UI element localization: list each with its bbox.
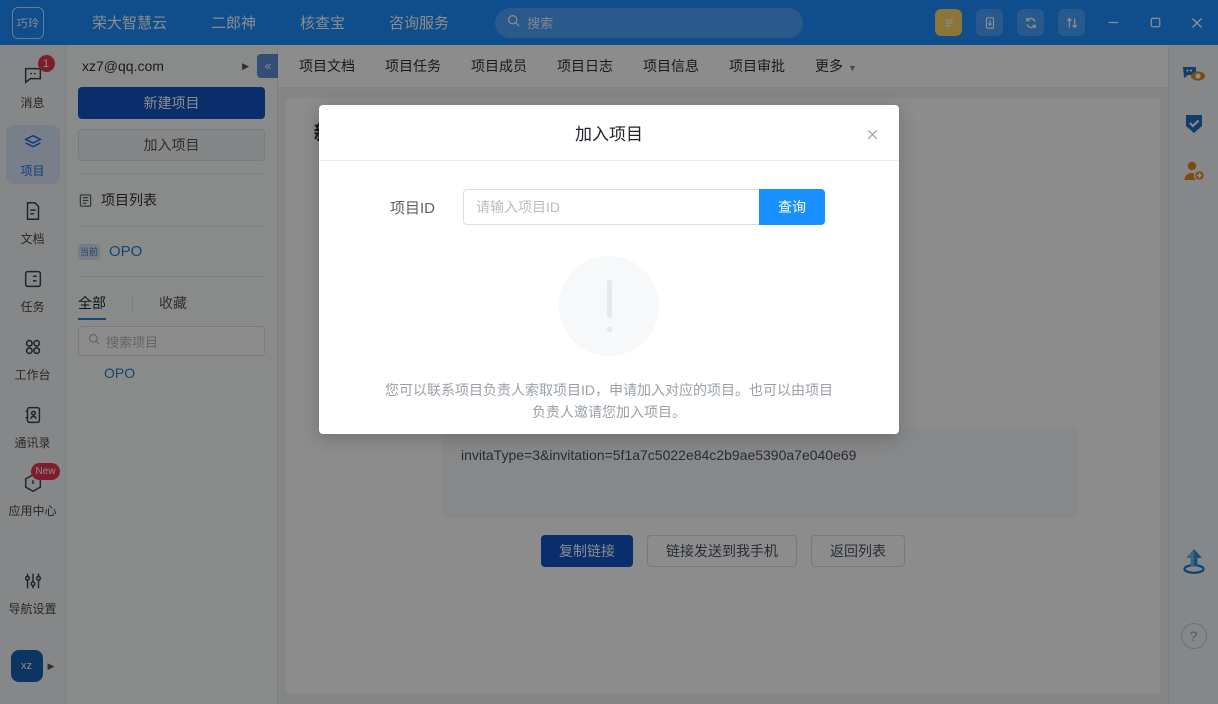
app-window: 巧玲 荣大智慧云 二郎神 核查宝 咨询服务 搜索 <box>0 0 1218 704</box>
empty-hint-line-2: 负责人邀请您加入项目。 <box>372 401 846 423</box>
project-id-label: 项目ID <box>390 197 463 218</box>
exclamation-bar <box>607 280 612 318</box>
exclamation-dot <box>607 327 612 332</box>
dialog-header: 加入项目 <box>319 105 899 161</box>
empty-hint-line-1: 您可以联系项目负责人索取项目ID，申请加入对应的项目。也可以由项目 <box>372 379 846 401</box>
empty-state-hint: 您可以联系项目负责人索取项目ID，申请加入对应的项目。也可以由项目 负责人邀请您… <box>372 379 846 423</box>
query-button[interactable]: 查询 <box>759 189 825 225</box>
dialog-title: 加入项目 <box>575 120 643 145</box>
close-icon[interactable] <box>861 123 883 145</box>
project-id-input[interactable] <box>463 189 759 225</box>
join-project-dialog: 加入项目 项目ID 查询 您可以联系项目负责人索取项目ID，申请加入对应的项目。… <box>319 105 899 434</box>
project-id-form-row: 项目ID 查询 <box>319 161 899 225</box>
project-id-input-group: 查询 <box>463 189 825 225</box>
empty-state-icon <box>559 256 659 356</box>
